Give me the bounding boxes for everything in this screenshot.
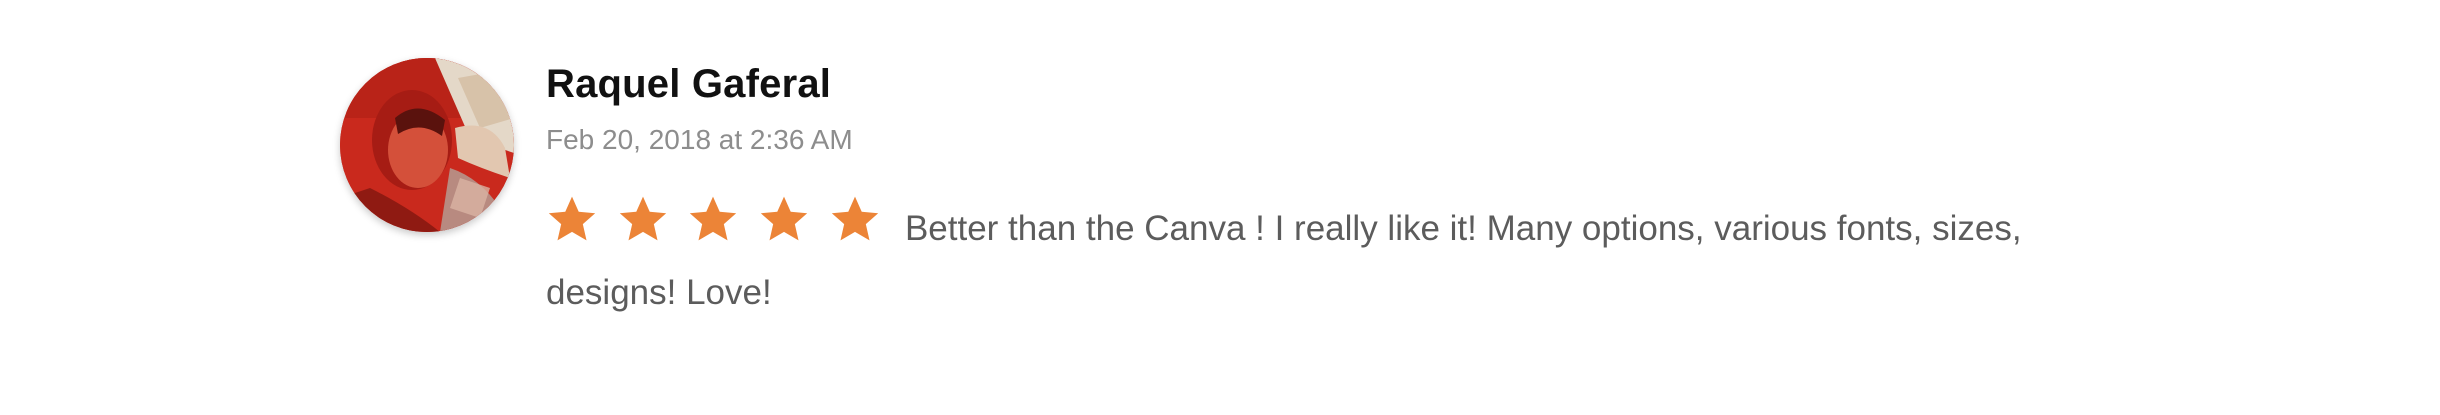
star-icon — [758, 194, 810, 246]
review-body: Better than the Canva ! I really like it… — [546, 194, 2066, 322]
star-icon — [829, 194, 881, 246]
star-rating — [546, 194, 881, 264]
avatar-image — [340, 58, 514, 232]
star-icon — [617, 194, 669, 246]
review-date: Feb 20, 2018 at 2:36 AM — [546, 124, 853, 155]
reviewer-name: Raquel Gaferal — [546, 62, 832, 106]
star-icon — [546, 194, 598, 246]
review-card: Raquel Gaferal Feb 20, 2018 at 2:36 AM B… — [0, 0, 2440, 415]
avatar — [340, 58, 514, 232]
star-icon — [687, 194, 739, 246]
